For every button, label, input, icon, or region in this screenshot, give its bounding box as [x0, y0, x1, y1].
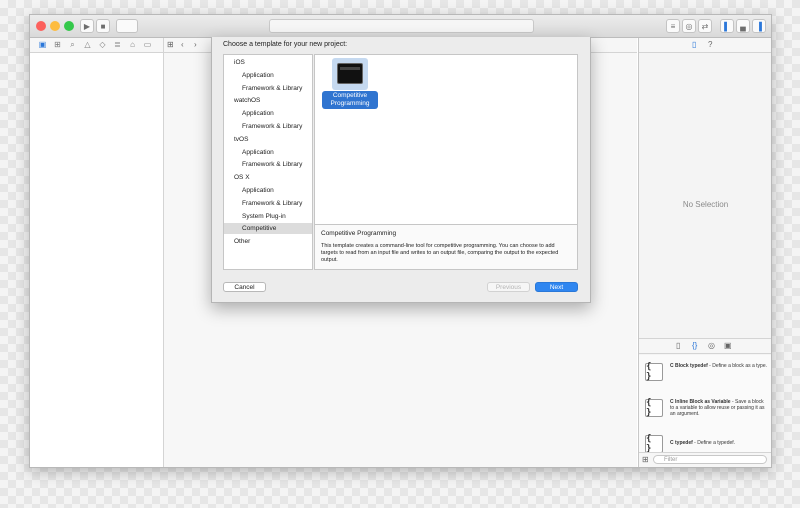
version-editor-button[interactable]: ⇄: [698, 19, 712, 33]
category-platform[interactable]: OS X: [224, 172, 312, 183]
arrows-icon: ⇄: [701, 21, 709, 31]
template-category-list: iOS Application Framework & Library watchOS…: [223, 54, 313, 270]
utilities-pane: ▯ ? No Selection ▯ {} ◎ ▣ { } C Block ty…: [638, 38, 771, 467]
code-snippet-icon[interactable]: {}: [692, 341, 697, 351]
next-button[interactable]: Next: [535, 282, 578, 292]
template-grid: Competitive Programming Competitive Prog…: [314, 54, 578, 270]
play-icon: ▶: [83, 21, 91, 31]
inspector-tabs: ▯ ?: [639, 38, 771, 53]
back-icon[interactable]: ‹: [181, 40, 184, 50]
template-tile[interactable]: Competitive Programming: [322, 58, 378, 109]
category-item[interactable]: System Plug-in: [224, 211, 312, 222]
category-item[interactable]: Framework & Library: [224, 83, 312, 94]
zoom-window-button[interactable]: [64, 21, 74, 31]
snippet-title: C Block typedef: [670, 363, 708, 369]
related-items-icon[interactable]: ⊞: [167, 40, 174, 50]
list-item[interactable]: { } C Block typedef - Define a block as …: [639, 355, 771, 392]
navigator-selector-bar: ▣ ⊞ ⌕ △ ◇ ≣ ⌂ ▭: [30, 38, 164, 53]
standard-editor-button[interactable]: ≡: [666, 19, 680, 33]
category-item[interactable]: Application: [224, 185, 312, 196]
run-button[interactable]: ▶: [80, 19, 94, 33]
editor-icon: ≡: [670, 21, 676, 31]
search-icon[interactable]: ⌕: [68, 40, 77, 49]
close-window-button[interactable]: [36, 21, 46, 31]
library-tabs: ▯ {} ◎ ▣: [639, 338, 771, 354]
snippet-description: - Define a block as a type.: [707, 363, 767, 369]
cancel-button[interactable]: Cancel: [223, 282, 266, 292]
file-inspector-icon[interactable]: ▯: [692, 40, 696, 50]
toggle-debug-button[interactable]: ▄: [736, 19, 750, 33]
category-item[interactable]: Application: [224, 108, 312, 119]
grid-view-icon[interactable]: ⊞: [642, 455, 649, 465]
file-template-icon[interactable]: ▯: [676, 341, 680, 351]
previous-button[interactable]: Previous: [487, 282, 530, 292]
left-panel-icon: ▌: [724, 21, 730, 31]
category-item[interactable]: Application: [224, 70, 312, 81]
debug-icon[interactable]: ≣: [113, 40, 122, 49]
filter-input[interactable]: Filter: [653, 455, 767, 464]
category-platform[interactable]: watchOS: [224, 95, 312, 106]
stop-button[interactable]: ■: [96, 19, 110, 33]
braces-icon: { }: [645, 434, 663, 454]
media-library-icon[interactable]: ▣: [724, 341, 732, 351]
folder-icon[interactable]: ▣: [38, 40, 47, 49]
new-project-sheet: Choose a template for your new project: …: [211, 37, 591, 303]
list-item[interactable]: { } C Inline Block as Variable - Save a …: [639, 391, 771, 428]
template-description: Competitive Programming This template cr…: [315, 224, 577, 269]
description-title: Competitive Programming: [321, 230, 397, 237]
category-item[interactable]: Framework & Library: [224, 159, 312, 170]
report-icon[interactable]: ▭: [143, 40, 152, 49]
terminal-icon: [337, 63, 363, 84]
category-item[interactable]: Framework & Library: [224, 121, 312, 132]
test-icon[interactable]: ◇: [98, 40, 107, 49]
category-platform[interactable]: Other: [224, 236, 312, 247]
filter-placeholder: Filter: [664, 457, 678, 463]
category-item[interactable]: Competitive: [224, 223, 312, 235]
dialog-title: Choose a template for your new project:: [223, 41, 348, 48]
category-platform[interactable]: iOS: [224, 57, 312, 68]
right-panel-icon: ▐: [756, 21, 762, 31]
category-platform[interactable]: tvOS: [224, 134, 312, 145]
symbol-icon[interactable]: ⊞: [53, 40, 62, 49]
scheme-selector[interactable]: [116, 19, 138, 33]
warning-icon[interactable]: △: [83, 40, 92, 49]
toggle-utilities-button[interactable]: ▐: [752, 19, 766, 33]
template-label: Competitive Programming: [322, 91, 378, 109]
help-icon[interactable]: ?: [708, 40, 712, 50]
no-selection-label: No Selection: [682, 200, 729, 209]
category-item[interactable]: Framework & Library: [224, 198, 312, 209]
minimize-window-button[interactable]: [50, 21, 60, 31]
bottom-panel-icon: ▄: [740, 21, 746, 31]
object-library-icon[interactable]: ◎: [708, 341, 715, 351]
assistant-icon: ◎: [685, 21, 693, 31]
library-filter-bar: ⊞ Filter: [639, 452, 771, 467]
braces-icon: { }: [645, 398, 663, 418]
activity-viewer: [269, 19, 534, 33]
title-bar: ▶ ■ ≡ ◎ ⇄ ▌ ▄ ▐: [30, 15, 771, 38]
stop-icon: ■: [100, 21, 106, 31]
template-icon-selection: [332, 58, 368, 90]
snippet-description: - Define a typedef.: [692, 440, 736, 446]
toggle-navigator-button[interactable]: ▌: [720, 19, 734, 33]
snippet-title: C typedef: [670, 440, 693, 446]
forward-icon[interactable]: ›: [194, 40, 197, 50]
braces-icon: { }: [645, 362, 663, 382]
assistant-editor-button[interactable]: ◎: [682, 19, 696, 33]
navigator-pane: [30, 53, 164, 467]
description-body: This template creates a command-line too…: [321, 243, 559, 263]
breakpoint-icon[interactable]: ⌂: [128, 40, 137, 49]
category-item[interactable]: Application: [224, 147, 312, 158]
